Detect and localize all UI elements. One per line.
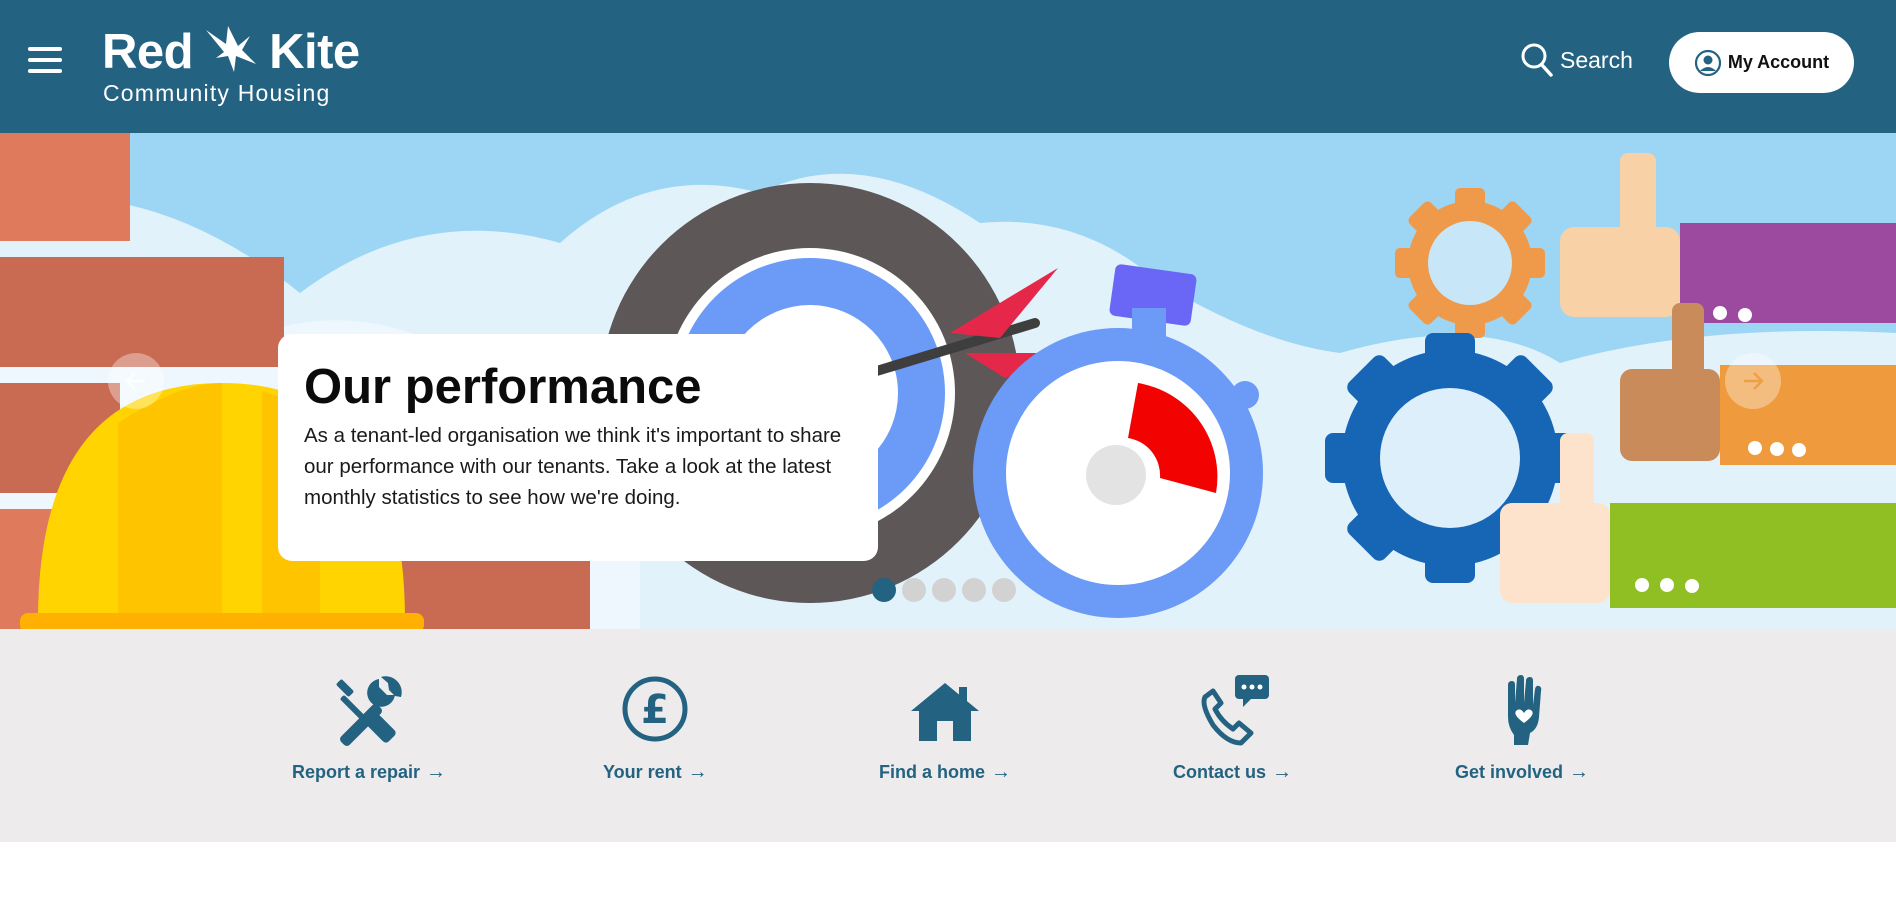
carousel-dot-4[interactable]	[962, 578, 986, 602]
arrow-left-icon	[125, 372, 145, 390]
hand-heart-icon	[1508, 675, 1542, 745]
user-avatar-icon	[1694, 49, 1721, 76]
quick-link-contact-us[interactable]: Contact us →	[1173, 669, 1292, 784]
logo-word-red: Red	[102, 25, 194, 79]
site-header: Red Kite Community Housing Search My Acco…	[0, 0, 1896, 133]
site-logo[interactable]: Red Kite Community Housing	[102, 24, 362, 108]
report-repair-text: Report a repair	[292, 762, 421, 782]
pound-coin-icon: £	[622, 676, 688, 742]
hero-caption-card: Our performance As a tenant-led organisa…	[278, 334, 878, 561]
search-icon	[1521, 43, 1553, 77]
house-icon	[911, 683, 979, 741]
quick-links-bar: Report a repair → £ Your rent → Find a hom…	[0, 629, 1896, 842]
carousel-dot-3[interactable]	[932, 578, 956, 602]
quick-link-label: Your rent →	[603, 761, 708, 784]
carousel-dot-2[interactable]	[902, 578, 926, 602]
quick-link-report-repair[interactable]: Report a repair →	[292, 669, 446, 784]
search-label: Search	[1560, 46, 1633, 73]
arrow-right-icon	[1744, 372, 1764, 390]
quick-link-label: Get involved →	[1455, 761, 1589, 784]
logo-word-kite: Kite	[269, 25, 360, 79]
carousel-prev-button[interactable]	[108, 353, 164, 409]
carousel-next-button[interactable]	[1725, 353, 1781, 409]
phone-chat-icon	[1201, 675, 1269, 746]
arrow-right-icon: →	[1272, 761, 1293, 783]
carousel-dot-5[interactable]	[992, 578, 1016, 602]
your-rent-text: Your rent	[603, 762, 682, 782]
quick-link-get-involved[interactable]: Get involved →	[1455, 669, 1589, 784]
search-button[interactable]: Search	[1520, 40, 1633, 80]
my-account-button[interactable]: My Account	[1669, 32, 1854, 93]
tools-icon	[336, 676, 402, 746]
arrow-right-icon: →	[426, 761, 447, 783]
carousel-pagination	[872, 578, 1016, 602]
quick-link-find-home[interactable]: Find a home →	[879, 669, 1011, 784]
quick-link-label: Find a home →	[879, 761, 1011, 784]
logo-subtitle: Community Housing	[103, 80, 331, 106]
hamburger-menu-icon[interactable]	[28, 47, 62, 77]
arrow-right-icon: →	[991, 761, 1012, 783]
quick-link-label: Report a repair →	[292, 761, 446, 784]
svg-text:£: £	[641, 687, 669, 733]
kite-bird-icon	[206, 26, 256, 72]
arrow-right-icon: →	[687, 761, 708, 783]
find-home-text: Find a home	[879, 762, 986, 782]
hero-title: Our performance	[304, 360, 702, 414]
contact-us-text: Contact us	[1173, 762, 1267, 782]
hero-carousel: Our performance As a tenant-led organisa…	[0, 133, 1896, 629]
arrow-right-icon: →	[1569, 761, 1590, 783]
quick-link-label: Contact us →	[1173, 761, 1292, 784]
hero-description: As a tenant-led organisation we think it…	[304, 424, 842, 509]
carousel-dot-1[interactable]	[872, 578, 896, 602]
quick-link-your-rent[interactable]: £ Your rent →	[603, 669, 708, 784]
my-account-label: My Account	[1727, 52, 1830, 72]
get-involved-text: Get involved	[1455, 762, 1564, 782]
